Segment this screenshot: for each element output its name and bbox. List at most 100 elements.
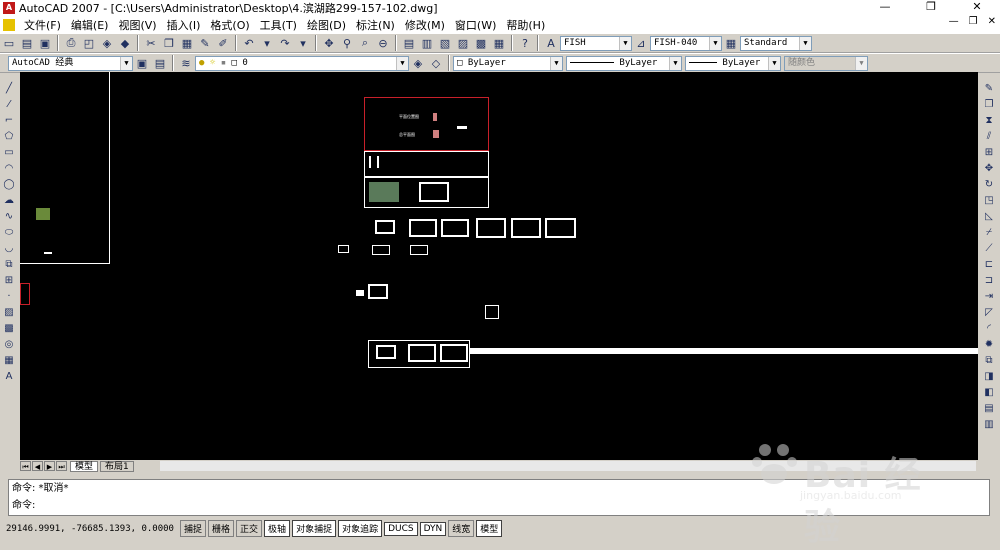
tab-layout1[interactable]: 布局1 bbox=[100, 460, 134, 472]
trim-icon[interactable]: ⌿ bbox=[982, 225, 996, 239]
menu-view[interactable]: 视图(V) bbox=[113, 17, 161, 33]
toggle-grid[interactable]: 栅格 bbox=[208, 520, 235, 537]
mirror-icon[interactable]: ⧗ bbox=[982, 113, 996, 127]
toggle-polar[interactable]: 极轴 bbox=[264, 520, 291, 537]
properties-icon[interactable]: ▤ bbox=[401, 35, 417, 51]
command-prompt[interactable]: 命令: bbox=[9, 497, 989, 514]
toggle-otrack[interactable]: 对象追踪 bbox=[338, 520, 383, 537]
rotate-icon[interactable]: ↻ bbox=[982, 177, 996, 191]
help-icon[interactable]: ? bbox=[517, 35, 533, 51]
break-icon[interactable]: ⊐ bbox=[982, 273, 996, 287]
menu-format[interactable]: 格式(O) bbox=[205, 17, 254, 33]
multiline-text-icon[interactable]: A bbox=[2, 369, 16, 383]
layer-select[interactable]: ● ☼ ▪ □ 0 ▼ bbox=[195, 55, 409, 71]
menu-edit[interactable]: 编辑(E) bbox=[66, 17, 114, 33]
join-icon[interactable]: ⇥ bbox=[982, 289, 996, 303]
doc-restore-button[interactable]: ❐ bbox=[969, 16, 978, 27]
toggle-ortho[interactable]: 正交 bbox=[236, 520, 263, 537]
toggle-ducs[interactable]: DUCS bbox=[384, 521, 418, 536]
toggle-snap[interactable]: 捕捉 bbox=[180, 520, 207, 537]
lineweight-select[interactable]: ByLayer ▼ bbox=[685, 55, 781, 71]
rectangle-icon[interactable]: ▭ bbox=[2, 145, 16, 159]
paste-icon[interactable]: ▦ bbox=[179, 35, 195, 51]
calculator-icon[interactable]: ▦ bbox=[491, 35, 507, 51]
dim-style-icon[interactable]: ⊿ bbox=[633, 35, 649, 51]
publish-icon[interactable]: ◈ bbox=[99, 35, 115, 51]
next-tab-icon[interactable]: ▶ bbox=[44, 461, 55, 471]
undo-dropdown-icon[interactable]: ▾ bbox=[259, 35, 275, 51]
scale-icon[interactable]: ◳ bbox=[982, 193, 996, 207]
linetype-select[interactable]: ByLayer ▼ bbox=[566, 55, 682, 71]
line-icon[interactable]: ╱ bbox=[2, 81, 16, 95]
move-icon[interactable]: ✥ bbox=[982, 161, 996, 175]
doc-minimize-button[interactable]: — bbox=[949, 16, 959, 27]
make-block-icon[interactable]: ⊞ bbox=[2, 273, 16, 287]
array-icon[interactable]: ⊞ bbox=[982, 145, 996, 159]
autocad-logo-icon[interactable]: A bbox=[3, 2, 15, 14]
arc-icon[interactable]: ◠ bbox=[2, 161, 16, 175]
copy-object-icon[interactable]: ❐ bbox=[982, 97, 996, 111]
restore-button[interactable]: ❐ bbox=[908, 0, 954, 16]
menu-draw[interactable]: 绘图(D) bbox=[302, 17, 351, 33]
menu-insert[interactable]: 插入(I) bbox=[162, 17, 206, 33]
new-icon[interactable]: ▭ bbox=[1, 35, 17, 51]
hatch-back-icon[interactable]: ▥ bbox=[982, 417, 996, 431]
plot-preview-icon[interactable]: ◰ bbox=[81, 35, 97, 51]
extend-icon[interactable]: ⟋ bbox=[982, 241, 996, 255]
workspace-settings-icon[interactable]: ▣ bbox=[134, 55, 150, 71]
menu-tools[interactable]: 工具(T) bbox=[255, 17, 302, 33]
toggle-osnap[interactable]: 对象捕捉 bbox=[292, 520, 337, 537]
pan-icon[interactable]: ✥ bbox=[321, 35, 337, 51]
menu-modify[interactable]: 修改(M) bbox=[400, 17, 450, 33]
workspace-select[interactable]: AutoCAD 经典 ▼ bbox=[8, 55, 133, 71]
polyline-icon[interactable]: ⌐ bbox=[2, 113, 16, 127]
match-properties-icon[interactable]: ✎ bbox=[197, 35, 213, 51]
design-center-icon[interactable]: ▥ bbox=[419, 35, 435, 51]
menu-file[interactable]: 文件(F) bbox=[19, 17, 66, 33]
layer-manager-icon[interactable]: ≋ bbox=[178, 55, 194, 71]
make-current-layer-icon[interactable]: ◈ bbox=[410, 55, 426, 71]
redo-icon[interactable]: ↷ bbox=[277, 35, 293, 51]
my-workspace-icon[interactable]: ▤ bbox=[152, 55, 168, 71]
document-icon[interactable] bbox=[3, 18, 15, 31]
redo-dropdown-icon[interactable]: ▾ bbox=[295, 35, 311, 51]
send-back-icon[interactable]: ◧ bbox=[982, 385, 996, 399]
zoom-window-icon[interactable]: ⌕ bbox=[357, 35, 373, 51]
chamfer-icon[interactable]: ◸ bbox=[982, 305, 996, 319]
command-window[interactable]: 命令: *取消* 命令: bbox=[8, 479, 990, 516]
insert-block-icon[interactable]: ⧉ bbox=[2, 257, 16, 271]
point-icon[interactable]: · bbox=[2, 289, 16, 303]
text-above-icon[interactable]: ▤ bbox=[982, 401, 996, 415]
minimize-button[interactable]: — bbox=[862, 0, 908, 16]
horizontal-scrollbar[interactable] bbox=[160, 461, 976, 471]
revision-cloud-icon[interactable]: ☁ bbox=[2, 193, 16, 207]
offset-icon[interactable]: ⫽ bbox=[982, 129, 996, 143]
menu-dimension[interactable]: 标注(N) bbox=[351, 17, 400, 33]
menu-window[interactable]: 窗口(W) bbox=[450, 17, 501, 33]
table-icon[interactable]: ▦ bbox=[2, 353, 16, 367]
spline-icon[interactable]: ∿ bbox=[2, 209, 16, 223]
copy-icon[interactable]: ❐ bbox=[161, 35, 177, 51]
open-icon[interactable]: ▤ bbox=[19, 35, 35, 51]
text-style-select[interactable]: FISH ▼ bbox=[560, 35, 632, 51]
save-icon[interactable]: ▣ bbox=[37, 35, 53, 51]
explode-icon[interactable]: ✹ bbox=[982, 337, 996, 351]
tool-palettes-icon[interactable]: ▧ bbox=[437, 35, 453, 51]
toggle-model[interactable]: 模型 bbox=[476, 520, 503, 537]
layer-previous-icon[interactable]: ◇ bbox=[428, 55, 444, 71]
circle-icon[interactable]: ◯ bbox=[2, 177, 16, 191]
sheet-set-icon[interactable]: ▨ bbox=[455, 35, 471, 51]
menu-help[interactable]: 帮助(H) bbox=[501, 17, 550, 33]
zoom-previous-icon[interactable]: ⊖ bbox=[375, 35, 391, 51]
cut-icon[interactable]: ✂ bbox=[143, 35, 159, 51]
bring-front-icon[interactable]: ◨ bbox=[982, 369, 996, 383]
toggle-dyn[interactable]: DYN bbox=[419, 521, 447, 536]
draw-order-icon[interactable]: ⧉ bbox=[982, 353, 996, 367]
first-tab-icon[interactable]: ⏮ bbox=[20, 461, 31, 471]
tab-model[interactable]: 模型 bbox=[70, 460, 99, 472]
prev-tab-icon[interactable]: ◀ bbox=[32, 461, 43, 471]
erase-icon[interactable]: ✎ bbox=[982, 81, 996, 95]
toggle-lineweight[interactable]: 线宽 bbox=[448, 520, 475, 537]
table-style-icon[interactable]: ▦ bbox=[723, 35, 739, 51]
ellipse-arc-icon[interactable]: ◡ bbox=[2, 241, 16, 255]
